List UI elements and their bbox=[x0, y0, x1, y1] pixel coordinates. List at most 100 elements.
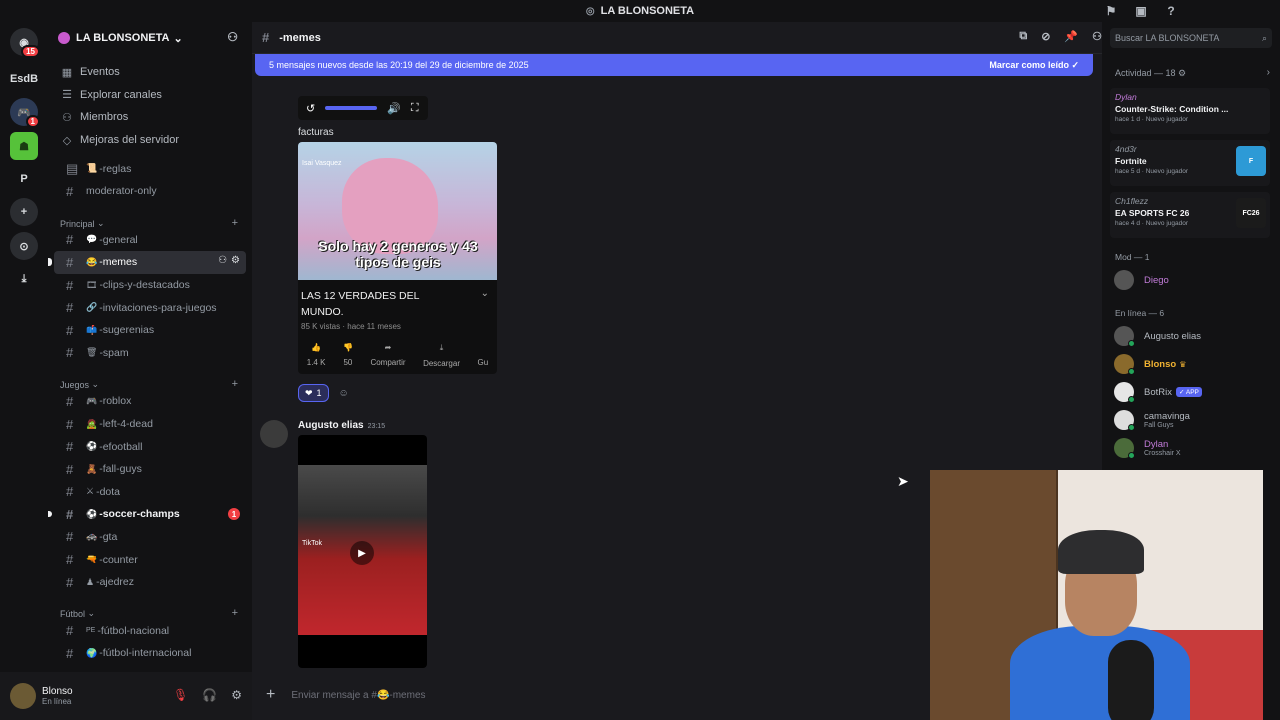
channel-header: # -memes ⧉ ⊘ 📌 ⚇ bbox=[252, 22, 1102, 54]
server-p[interactable]: P bbox=[8, 166, 40, 192]
channel-general[interactable]: # 💬 -general bbox=[54, 229, 246, 252]
message-author[interactable]: Augusto elias 23:15 bbox=[298, 420, 385, 431]
channel-soccer-champs[interactable]: # ⚽ -soccer-champs 1 bbox=[48, 503, 246, 526]
avatar bbox=[1114, 438, 1135, 459]
inbox-icon[interactable]: ▣ bbox=[1132, 2, 1150, 20]
download-button[interactable]: ⤓ bbox=[8, 266, 40, 292]
server-name: LA BLONSONETA bbox=[76, 32, 170, 44]
volume-slider[interactable] bbox=[325, 106, 378, 110]
video-attachment[interactable]: TikTok ▶ bbox=[298, 435, 427, 668]
headphones-icon[interactable]: 🎧 bbox=[202, 688, 217, 702]
share-button[interactable]: ➦ Compartir bbox=[370, 343, 405, 368]
chevron-right-icon[interactable]: › bbox=[1267, 67, 1270, 78]
threads-icon[interactable]: ⧉ bbox=[1019, 30, 1027, 43]
hash-icon: # bbox=[66, 277, 74, 293]
fullscreen-icon[interactable]: ⛶ bbox=[411, 102, 419, 115]
channel-fall-guys[interactable]: # 🧸 -fall-guys bbox=[54, 458, 246, 481]
more-button[interactable]: Gu bbox=[478, 343, 489, 368]
channel-memes[interactable]: # 😂 -memes ⚇ ⚙ bbox=[48, 251, 246, 274]
category-juegos[interactable]: Juegos ⌄ + bbox=[48, 370, 252, 390]
new-messages-banner[interactable]: 5 mensajes nuevos desde las 20:19 del 29… bbox=[255, 54, 1093, 76]
category-futbol[interactable]: Fútbol ⌄ + bbox=[48, 599, 252, 619]
chevron-down-icon[interactable]: ⌄ bbox=[481, 288, 489, 299]
gear-icon[interactable]: ⚙ bbox=[231, 688, 242, 702]
member-item[interactable]: Dylan Crosshair X bbox=[1114, 436, 1181, 460]
gear-icon[interactable]: ⚙ bbox=[231, 255, 240, 266]
add-channel-icon[interactable]: + bbox=[232, 378, 238, 390]
share-label: Compartir bbox=[370, 358, 406, 367]
nav-browse-channels[interactable]: ☰ Explorar canales bbox=[48, 84, 252, 107]
channel-invitaciones[interactable]: # 🔗 -invitaciones-para-juegos bbox=[54, 296, 246, 319]
video-thumbnail[interactable]: Isai Vasquez Solo hay 2 generos y 43 tip… bbox=[298, 142, 497, 280]
channel-dota[interactable]: # ⚔ -dota bbox=[54, 481, 246, 504]
activity-card[interactable]: 4nd3r Fortnite hace 5 d · Nuevo jugador … bbox=[1110, 140, 1270, 186]
youtube-embed[interactable]: Isai Vasquez Solo hay 2 generos y 43 tip… bbox=[298, 142, 497, 374]
add-member-icon[interactable]: ⚇ bbox=[218, 255, 227, 266]
discover-button[interactable]: ⊙ bbox=[10, 232, 38, 260]
creeper-icon: ☗ bbox=[19, 140, 29, 153]
channel-reglas[interactable]: ▤ 📜 -reglas bbox=[54, 157, 246, 180]
heart-reaction[interactable]: ❤ 1 bbox=[298, 384, 329, 402]
download-button[interactable]: ⤓ Descargar bbox=[423, 343, 460, 368]
activity-card[interactable]: Dylan Counter-Strike: Condition ... hace… bbox=[1110, 88, 1270, 134]
share-icon: ➦ bbox=[384, 343, 392, 352]
flag-icon[interactable]: ⚑ bbox=[1102, 2, 1120, 20]
more-label: Gu bbox=[477, 358, 489, 367]
channel-moderator-only[interactable]: # moderator-only bbox=[54, 180, 246, 203]
channel-counter[interactable]: # 🔫 -counter bbox=[54, 548, 246, 571]
mic-muted-icon[interactable]: 🎙 bbox=[173, 688, 188, 702]
nav-members[interactable]: ⚇ Miembros bbox=[48, 106, 252, 129]
channel-left-4-dead[interactable]: # 🧟 -left-4-dead bbox=[54, 413, 246, 436]
volume-icon[interactable]: 🔊 bbox=[387, 102, 401, 115]
mark-read-button[interactable]: Marcar como leído ✓ bbox=[989, 60, 1079, 71]
server-header[interactable]: LA BLONSONETA ⌄ ⚇ bbox=[48, 22, 252, 54]
server-icon-3[interactable]: ☗ bbox=[10, 132, 38, 160]
member-item[interactable]: Blonso ♛ bbox=[1114, 352, 1186, 376]
invite-icon[interactable]: ⚇ bbox=[227, 30, 238, 44]
mute-channel-icon[interactable]: ⊘ bbox=[1041, 30, 1050, 43]
channel-spam[interactable]: # 🗑 -spam bbox=[54, 342, 246, 365]
avatar[interactable] bbox=[10, 683, 36, 709]
pin-icon[interactable]: 📌 bbox=[1064, 30, 1078, 43]
user-panel: Blonso En línea 🎙 🎧 ⚙ bbox=[0, 672, 252, 720]
dislike-button[interactable]: 👎 50 bbox=[343, 343, 353, 368]
channel-clips[interactable]: # 🎞 -clips-y-destacados bbox=[54, 274, 246, 297]
member-item[interactable]: Diego bbox=[1114, 268, 1169, 292]
channel-futbol-internacional[interactable]: # 🌍 -fútbol-internacional bbox=[54, 642, 246, 665]
member-item[interactable]: camavinga Fall Guys bbox=[1114, 408, 1190, 432]
add-channel-icon[interactable]: + bbox=[232, 217, 238, 229]
video-actions: 👍 1.4 K 👎 50 ➦ Compartir ⤓ Descargar Gu bbox=[298, 333, 497, 368]
nav-events[interactable]: ▦ Eventos bbox=[48, 61, 252, 84]
channel-futbol-nacional[interactable]: # PE -fútbol-nacional bbox=[54, 619, 246, 642]
add-server-button[interactable]: + bbox=[10, 198, 38, 226]
video-title[interactable]: LAS 12 VERDADES DEL MUNDO. bbox=[298, 280, 448, 320]
add-channel-icon[interactable]: + bbox=[232, 607, 238, 619]
channel-gta[interactable]: # 🚓 -gta bbox=[54, 526, 246, 549]
replay-icon[interactable]: ↺ bbox=[306, 102, 315, 115]
channel-sugerenias[interactable]: # 📫 -sugerenias bbox=[54, 319, 246, 342]
like-button[interactable]: 👍 1.4 K bbox=[307, 343, 326, 368]
member-list-icon[interactable]: ⚇ bbox=[1092, 30, 1102, 43]
plus-icon[interactable]: + bbox=[266, 686, 275, 704]
channel-roblox[interactable]: # 🎮 -roblox bbox=[54, 390, 246, 413]
member-item[interactable]: Augusto elias bbox=[1114, 324, 1201, 348]
server-esdb[interactable]: EsdB bbox=[8, 66, 40, 92]
activity-card[interactable]: Ch1flezz EA SPORTS FC 26 hace 4 d · Nuev… bbox=[1110, 192, 1270, 238]
member-name: Augusto elias bbox=[1144, 330, 1202, 342]
members-icon: ⚇ bbox=[62, 111, 72, 124]
server-icon-2[interactable]: 🎮 1 bbox=[10, 98, 40, 128]
help-icon[interactable]: ? bbox=[1162, 2, 1180, 20]
search-input[interactable]: Buscar LA BLONSONETA ⌕ bbox=[1110, 28, 1272, 48]
message-composer[interactable]: + Enviar mensaje a #😂-memes bbox=[260, 678, 940, 712]
message-input[interactable]: Enviar mensaje a #😂-memes bbox=[291, 690, 425, 701]
home-button[interactable]: ◉ 15 bbox=[10, 28, 40, 58]
add-reaction-button[interactable]: ☺ bbox=[335, 384, 353, 402]
member-item[interactable]: BotRix ✓ APP bbox=[1114, 380, 1202, 404]
avatar[interactable] bbox=[260, 420, 288, 448]
category-principal[interactable]: Principal ⌄ + bbox=[48, 209, 252, 229]
nav-boosts[interactable]: ◇ Mejoras del servidor bbox=[48, 129, 252, 152]
channel-ajedrez[interactable]: # ♟ -ajedrez bbox=[54, 571, 246, 594]
channel-name: -fall-guys bbox=[99, 463, 142, 476]
play-icon[interactable]: ▶ bbox=[350, 541, 374, 565]
channel-efootball[interactable]: # ⚽ -efootball bbox=[54, 435, 246, 458]
